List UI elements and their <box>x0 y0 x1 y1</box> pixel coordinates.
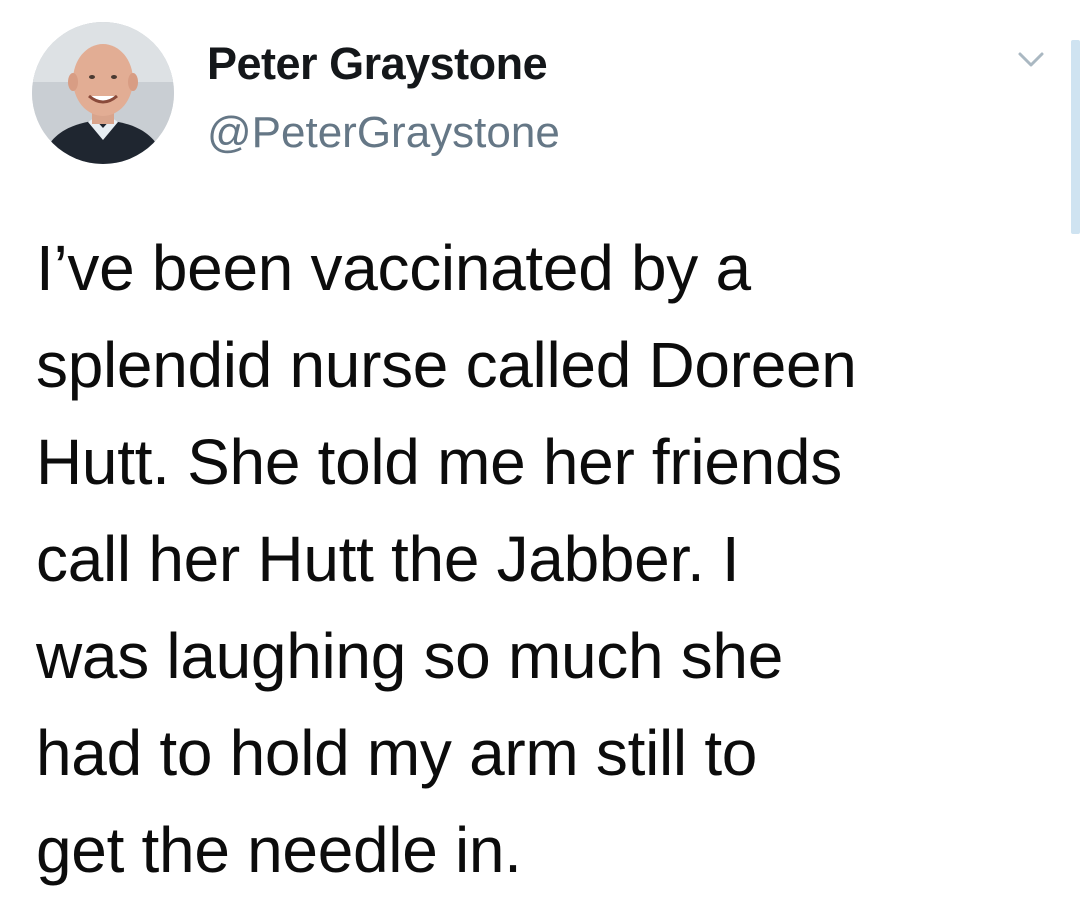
scrollbar-thumb[interactable] <box>1071 40 1080 234</box>
chevron-down-icon[interactable] <box>1016 48 1046 72</box>
user-handle[interactable]: @PeterGraystone <box>207 108 560 158</box>
tweet-text-line: call her Hutt the Jabber. I <box>36 523 740 595</box>
tweet-text: I’ve been vaccinated by a splendid nurse… <box>36 220 1046 899</box>
tweet-text-line: was laughing so much she <box>36 620 784 692</box>
tweet-text-line: get the needle in. <box>36 814 522 886</box>
tweet-card: Peter Graystone @PeterGraystone I’ve bee… <box>0 0 1080 893</box>
tweet-text-line: had to hold my arm still to <box>36 717 758 789</box>
user-avatar-photo-icon <box>32 22 174 164</box>
tweet-text-line: splendid nurse called Doreen <box>36 329 857 401</box>
avatar[interactable] <box>32 22 174 164</box>
tweet-text-line: Hutt. She told me her friends <box>36 426 842 498</box>
tweet-text-line: I’ve been vaccinated by a <box>36 232 751 304</box>
display-name[interactable]: Peter Graystone <box>207 38 548 90</box>
